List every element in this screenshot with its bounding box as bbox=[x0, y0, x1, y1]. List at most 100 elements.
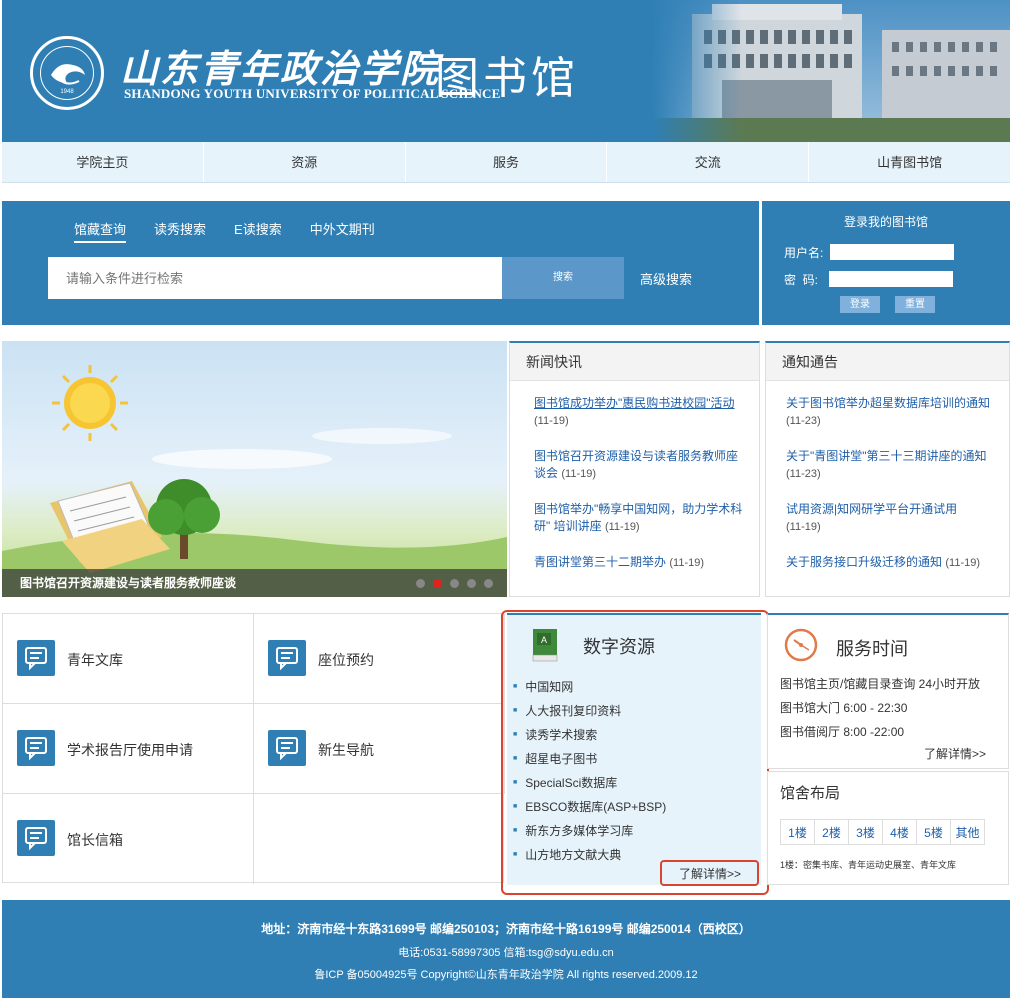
notice-item: 关于图书馆举办超星数据库培训的通知 (11-23) bbox=[786, 395, 1000, 430]
footer-address: 地址：济南市经十东路31699号 邮编250103；济南市经十路16199号 邮… bbox=[261, 922, 751, 936]
carousel-dot[interactable] bbox=[484, 579, 493, 588]
notice-date: (11-19) bbox=[945, 557, 981, 569]
floor-tab-other[interactable]: 其他 bbox=[950, 819, 985, 845]
tab-duxiu-search[interactable]: 读秀搜索 bbox=[154, 219, 206, 243]
quick-link-director-mailbox[interactable]: 馆长信箱 bbox=[3, 794, 254, 884]
login-button[interactable]: 登录 bbox=[840, 296, 880, 313]
banner-illustration bbox=[2, 365, 507, 597]
notice-link[interactable]: 关于服务接口升级迁移的通知 bbox=[786, 555, 942, 569]
floor-tab-5[interactable]: 5楼 bbox=[916, 819, 951, 845]
floor-tab-2[interactable]: 2楼 bbox=[814, 819, 849, 845]
carousel-dot-active[interactable] bbox=[433, 579, 442, 588]
nav-item-sdyu-library[interactable]: 山青图书馆 bbox=[809, 142, 1010, 182]
carousel-dot[interactable] bbox=[416, 579, 425, 588]
notice-link[interactable]: 关于图书馆举办超星数据库培训的通知 bbox=[786, 396, 990, 410]
clock-icon bbox=[784, 628, 818, 662]
nav-item-resources[interactable]: 资源 bbox=[204, 142, 406, 182]
seal-year: 1948 bbox=[60, 89, 74, 95]
password-field[interactable] bbox=[829, 271, 953, 287]
digital-resources-list: 中国知网 人大报刊复印资料 读秀学术搜索 超星电子图书 SpecialSci数据… bbox=[513, 675, 666, 867]
service-hours-title: 服务时间 bbox=[836, 639, 908, 659]
resource-link-local-docs[interactable]: 山方地方文献大典 bbox=[513, 843, 666, 867]
digital-more-link[interactable]: 了解详情>> bbox=[679, 865, 741, 882]
resource-link-chaoxing[interactable]: 超星电子图书 bbox=[513, 747, 666, 771]
floor-tab-1[interactable]: 1楼 bbox=[780, 819, 815, 845]
notice-link[interactable]: 试用资源|知网研学平台开通试用 bbox=[786, 502, 957, 516]
quick-link-youth-library[interactable]: 青年文库 bbox=[3, 614, 254, 704]
floor-tab-4[interactable]: 4楼 bbox=[882, 819, 917, 845]
notice-link[interactable]: 关于"青图讲堂"第三十三期讲座的通知 bbox=[786, 449, 987, 463]
quick-link-freshman-guide[interactable]: 新生导航 bbox=[254, 704, 505, 794]
search-button[interactable]: 搜索 bbox=[502, 257, 624, 299]
resource-link-new-oriental[interactable]: 新东方多媒体学习库 bbox=[513, 819, 666, 843]
news-item: 青图讲堂第三十二期举办 (11-19) bbox=[534, 554, 744, 572]
nav-item-exchange[interactable]: 交流 bbox=[607, 142, 810, 182]
floor-description: 1楼：密集书库、青年运动史展室、青年文库 bbox=[780, 860, 957, 870]
carousel-dot[interactable] bbox=[450, 579, 459, 588]
news-date: (11-19) bbox=[604, 521, 640, 533]
news-date: (11-19) bbox=[561, 468, 597, 480]
reset-button[interactable]: 重置 bbox=[895, 296, 935, 313]
news-item: 图书馆举办"畅享中国知网，助力学术科研" 培训讲座 (11-19) bbox=[534, 501, 744, 536]
news-link[interactable]: 图书馆成功举办"惠民购书进校园"活动 bbox=[534, 396, 735, 410]
university-name-cn: 山东青年政治学院 bbox=[120, 46, 441, 91]
news-panel-title: 新闻快讯 bbox=[510, 343, 759, 381]
notice-item: 关于"青图讲堂"第三十三期讲座的通知 (11-23) bbox=[786, 448, 1000, 483]
news-carousel[interactable]: 图书馆召开资源建设与读者服务教师座谈 bbox=[2, 341, 507, 597]
site-header: 1948 山东青年政治学院 SHANDONG YOUTH UNIVERSITY … bbox=[2, 0, 1010, 142]
digital-resources-title: 数字资源 bbox=[583, 637, 655, 657]
service-hours-line: 图书馆大门 6:00 - 22:30 bbox=[780, 701, 908, 715]
chat-icon bbox=[268, 640, 306, 676]
search-tabs: 馆藏查询 读秀搜索 E读搜索 中外文期刊 bbox=[74, 219, 375, 243]
username-field[interactable] bbox=[830, 244, 954, 260]
tab-eread-search[interactable]: E读搜索 bbox=[234, 219, 282, 243]
seal-emblem-icon: 1948 bbox=[51, 64, 85, 95]
login-title: 登录我的图书馆 bbox=[843, 215, 928, 229]
quick-link-lecture-hall[interactable]: 学术报告厅使用申请 bbox=[3, 704, 254, 794]
news-link[interactable]: 青图讲堂第三十二期举办 bbox=[534, 555, 666, 569]
chat-icon bbox=[17, 730, 55, 766]
service-hours-panel: 服务时间 图书馆主页/馆藏目录查询 24小时开放 图书馆大门 6:00 - 22… bbox=[767, 613, 1009, 769]
floor-tabs: 1楼 2楼 3楼 4楼 5楼 其他 bbox=[780, 819, 985, 845]
notices-panel-title: 通知通告 bbox=[766, 343, 1009, 381]
tab-journal-search[interactable]: 中外文期刊 bbox=[310, 219, 375, 243]
password-label: 密 码: bbox=[784, 273, 819, 287]
quick-links-grid: 青年文库 座位预约 学术报告厅使用申请 新生导航 馆长信箱 bbox=[2, 613, 505, 884]
news-item: 图书馆召开资源建设与读者服务教师座谈会 (11-19) bbox=[534, 448, 744, 483]
notice-item: 试用资源|知网研学平台开通试用 (11-19) bbox=[786, 501, 1000, 536]
search-input[interactable] bbox=[48, 257, 502, 299]
resource-link-cnki[interactable]: 中国知网 bbox=[513, 675, 666, 699]
tab-catalog-search[interactable]: 馆藏查询 bbox=[74, 219, 127, 243]
svg-text:A: A bbox=[541, 635, 547, 645]
floor-layout-title: 馆舍布局 bbox=[780, 785, 841, 802]
resource-link-specialsci[interactable]: SpecialSci数据库 bbox=[513, 771, 666, 795]
resource-link-renda[interactable]: 人大报刊复印资料 bbox=[513, 699, 666, 723]
news-date: (11-19) bbox=[669, 557, 705, 569]
footer-contact: 电话:0531-58997305 信箱:tsg@sdyu.edu.cn bbox=[398, 947, 614, 959]
quick-link-label: 座位预约 bbox=[318, 652, 374, 668]
main-nav: 学院主页 资源 服务 交流 山青图书馆 bbox=[2, 142, 1010, 183]
quick-link-seat-booking[interactable]: 座位预约 bbox=[254, 614, 505, 704]
advanced-search-link[interactable]: 高级搜索 bbox=[640, 269, 692, 288]
notice-date: (11-19) bbox=[786, 521, 821, 533]
chat-icon bbox=[17, 820, 55, 856]
chat-icon bbox=[268, 730, 306, 766]
university-seal-logo[interactable]: 1948 bbox=[30, 36, 104, 110]
quick-link-label: 新生导航 bbox=[318, 742, 374, 758]
nav-item-services[interactable]: 服务 bbox=[406, 142, 608, 182]
news-item: 图书馆成功举办"惠民购书进校园"活动 (11-19) bbox=[534, 395, 744, 430]
resource-link-duxiu[interactable]: 读秀学术搜索 bbox=[513, 723, 666, 747]
resource-link-ebsco[interactable]: EBSCO数据库(ASP+BSP) bbox=[513, 795, 666, 819]
nav-item-home[interactable]: 学院主页 bbox=[2, 142, 204, 182]
carousel-dot[interactable] bbox=[467, 579, 476, 588]
book-icon: A bbox=[532, 629, 558, 662]
floor-tab-3[interactable]: 3楼 bbox=[848, 819, 883, 845]
service-more-link[interactable]: 了解详情>> bbox=[924, 745, 986, 762]
service-hours-line: 图书馆主页/馆藏目录查询 24小时开放 bbox=[780, 677, 981, 691]
carousel-dots bbox=[416, 579, 493, 588]
notice-item: 关于服务接口升级迁移的通知 (11-19) bbox=[786, 554, 1000, 572]
quick-link-label: 学术报告厅使用申请 bbox=[67, 742, 193, 758]
login-panel: 登录我的图书馆 用户名: 密 码: 登录 重置 bbox=[762, 201, 1010, 325]
username-label: 用户名: bbox=[784, 246, 824, 260]
chat-icon bbox=[17, 640, 55, 676]
